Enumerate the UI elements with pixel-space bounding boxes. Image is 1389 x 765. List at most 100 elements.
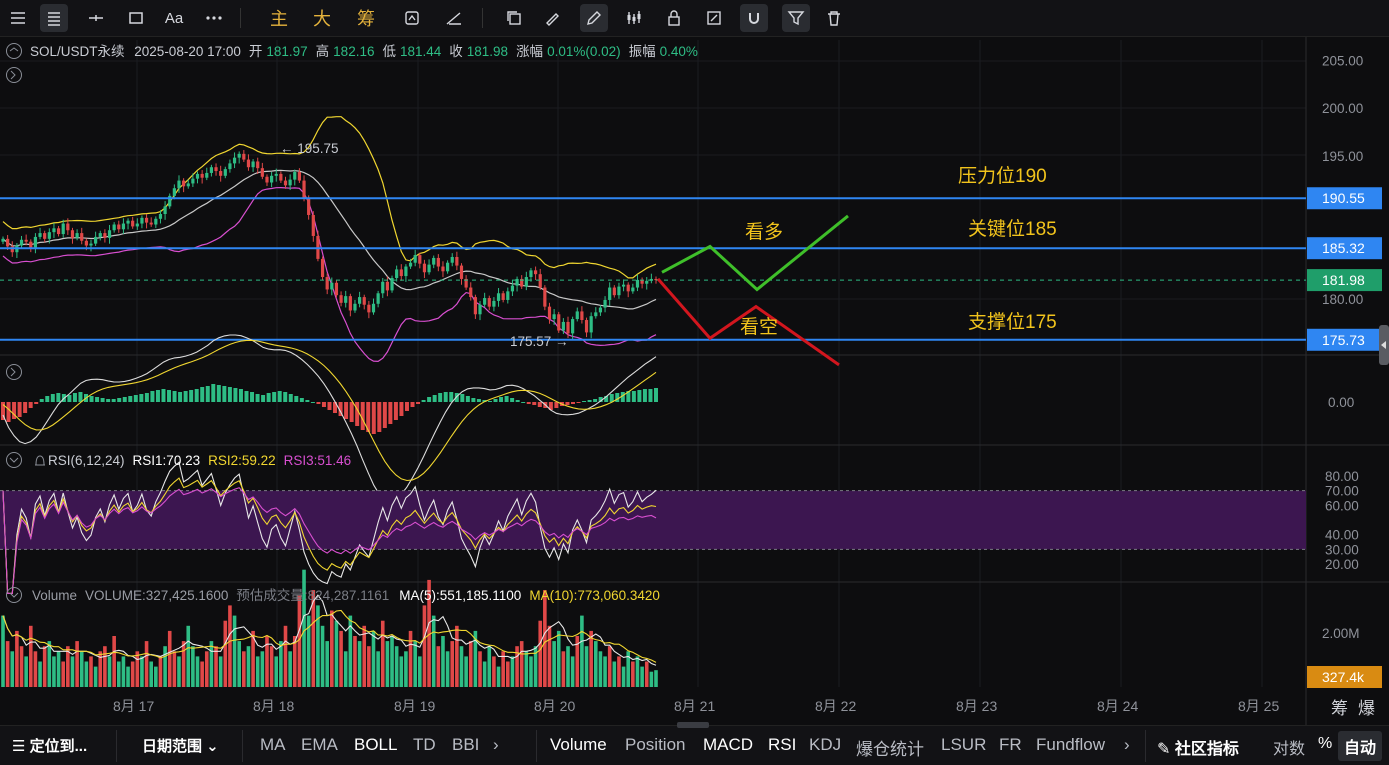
chip-distribution-button[interactable]: 筹 <box>352 4 380 32</box>
volume-bar <box>121 656 126 687</box>
more-icon[interactable] <box>200 4 228 32</box>
candle-body <box>47 232 51 239</box>
panel-resize-handle[interactable] <box>677 722 709 728</box>
candle-body <box>395 269 399 278</box>
macd-histogram-bar <box>432 395 437 402</box>
candle-body <box>1 238 5 242</box>
macd-histogram-bar <box>532 402 537 405</box>
candle-body <box>533 270 538 275</box>
candle-body <box>334 282 339 296</box>
volume-bar <box>334 620 339 687</box>
indicator-bbi[interactable]: BBI <box>452 735 479 755</box>
volume-bar <box>524 651 529 687</box>
candle-body <box>195 173 200 179</box>
volume-value: VOLUME:327,425.1600 <box>85 588 228 603</box>
macd-histogram-bar <box>250 392 255 402</box>
date-range-dropdown[interactable]: 日期范围 ⌄ <box>142 735 219 756</box>
log-scale-toggle[interactable]: 对数 <box>1273 735 1305 759</box>
kline-chart[interactable]: 205.00 200.00 195.00 180.00 0.00 80.0070.0060… <box>0 37 1389 725</box>
rsi-legend: RSI(6,12,24) RSI1:70.23 RSI2:59.22 RSI3:51.… <box>6 452 351 468</box>
open-value: 181.97 <box>266 44 307 59</box>
filter-icon[interactable] <box>782 4 810 32</box>
locate-button[interactable]: ☰ 定位到... <box>12 735 87 756</box>
candle-body <box>432 257 436 265</box>
support-label: 支撑位175 <box>968 311 1057 333</box>
macd-histogram-bar <box>222 386 227 402</box>
community-indicators-button[interactable]: ✎ 社区指标 <box>1157 735 1239 759</box>
macd-histogram-bar <box>155 390 160 402</box>
volume-bar <box>177 656 181 687</box>
candle-body <box>279 173 283 181</box>
indicator-lsur[interactable]: LSUR <box>941 735 986 755</box>
volume-bar <box>223 620 228 687</box>
indicator-ma[interactable]: MA <box>260 735 286 755</box>
volume-bar <box>385 641 390 687</box>
volume-bar <box>404 651 408 687</box>
macd-histogram-bar <box>344 402 349 419</box>
indicator-volume[interactable]: Volume <box>550 735 607 755</box>
indicator-liquidation[interactable]: 爆仓统计 <box>856 735 924 760</box>
candle-body <box>237 153 241 158</box>
candle-body <box>246 159 251 168</box>
volume-bar <box>598 651 603 687</box>
amplitude-value: 0.40% <box>660 44 698 59</box>
volume-bar <box>126 666 130 687</box>
macd-histogram-bar <box>327 402 332 410</box>
candle-body <box>603 299 607 308</box>
macd-histogram-bar <box>261 395 266 402</box>
auto-scale-toggle[interactable]: 自动 <box>1338 731 1383 761</box>
volume-bar <box>103 646 107 687</box>
big-order-button[interactable]: 大 <box>308 4 336 32</box>
candle-body <box>436 257 440 267</box>
indicator-macd[interactable]: MACD <box>703 735 753 755</box>
candle-body <box>635 279 640 288</box>
percent-scale-toggle[interactable]: % <box>1318 735 1332 753</box>
rectangle-icon[interactable] <box>122 4 150 32</box>
list-icon[interactable] <box>40 4 68 32</box>
text-tool-button[interactable]: Aa <box>160 4 188 32</box>
macd-histogram-bar <box>128 396 133 402</box>
indicator-kdj[interactable]: KDJ <box>809 735 841 755</box>
ruler-icon[interactable] <box>440 4 468 32</box>
candle-body <box>362 297 366 305</box>
volume-bar <box>654 670 658 687</box>
candles-icon[interactable] <box>620 4 648 32</box>
eraser-icon[interactable] <box>538 4 566 32</box>
indicator-position[interactable]: Position <box>625 735 685 755</box>
macd-histogram-bar <box>393 402 398 420</box>
rsi-tick-label: 20.00 <box>1325 557 1359 572</box>
magnet-icon[interactable] <box>740 4 768 32</box>
horizontal-line-icon[interactable] <box>82 4 110 32</box>
chevron-right-icon[interactable]: › <box>493 735 499 755</box>
candle-body <box>552 314 556 320</box>
liquidation-corner-label[interactable]: 爆 <box>1358 699 1375 718</box>
volume-bar <box>612 661 617 687</box>
candle-body <box>626 284 630 292</box>
chevron-right-icon[interactable]: › <box>1124 735 1130 755</box>
brush-icon[interactable] <box>580 4 608 32</box>
main-chip-button[interactable]: 主 <box>265 4 293 32</box>
copy-icon[interactable] <box>500 4 528 32</box>
indicator-rsi[interactable]: RSI <box>768 735 796 755</box>
macd-histogram-bar <box>67 395 72 402</box>
candle-body <box>29 241 33 248</box>
menu-icon[interactable] <box>4 4 32 32</box>
volume-bar <box>195 656 200 687</box>
edit-icon[interactable] <box>700 4 728 32</box>
key-level-label: 关键位185 <box>968 218 1057 240</box>
indicator-fr[interactable]: FR <box>999 735 1022 755</box>
indicator-fundflow[interactable]: Fundflow <box>1036 735 1105 755</box>
lock-icon[interactable] <box>660 4 688 32</box>
refresh-icon[interactable] <box>398 4 426 32</box>
indicator-ema[interactable]: EMA <box>301 735 338 755</box>
chip-corner-label[interactable]: 筹 <box>1331 699 1348 718</box>
trash-icon[interactable] <box>820 4 848 32</box>
macd-histogram-bar <box>294 396 299 402</box>
indicator-boll[interactable]: BOLL <box>354 735 397 755</box>
macd-histogram-bar <box>637 390 642 402</box>
candle-body <box>205 172 209 178</box>
candle-body <box>580 311 584 321</box>
indicator-td[interactable]: TD <box>413 735 436 755</box>
macd-histogram-bar <box>178 392 183 402</box>
price-tick-label: 205.00 <box>1322 53 1363 68</box>
